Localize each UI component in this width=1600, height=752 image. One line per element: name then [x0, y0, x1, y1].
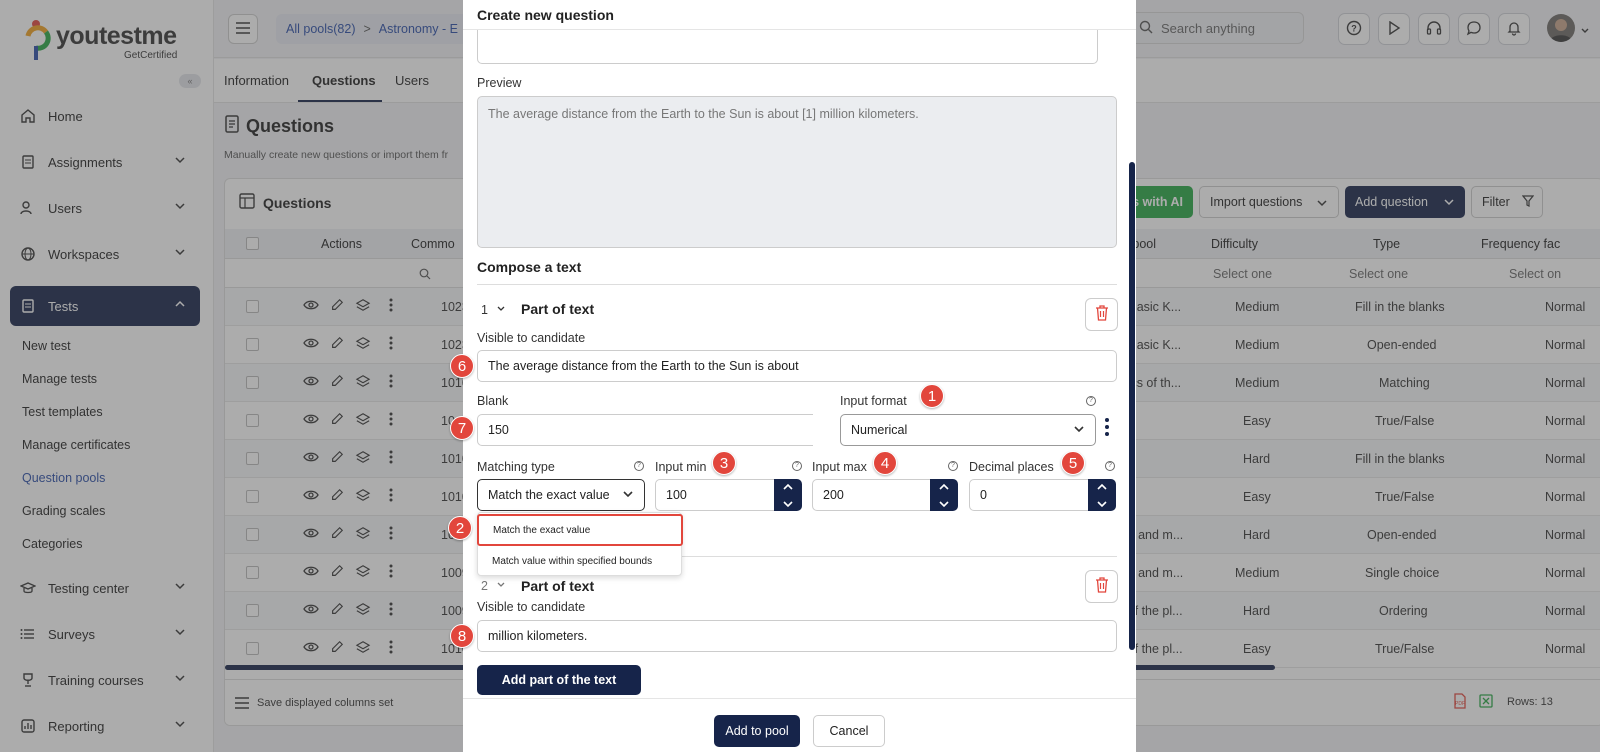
chevron-down-icon: [622, 488, 634, 503]
preview-label: Preview: [477, 76, 522, 90]
input-min-field[interactable]: 100: [655, 479, 775, 511]
step-badge-6: 6: [450, 354, 474, 378]
modal-scrollbar[interactable]: [1129, 162, 1135, 650]
chevron-up-icon[interactable]: [938, 479, 950, 494]
trash-icon: [1095, 577, 1109, 596]
matching-type-dropdown: Match the exact value Match value within…: [477, 512, 683, 577]
create-question-modal: Create new question Preview The average …: [463, 0, 1136, 752]
input-min-label: Input min: [655, 460, 707, 474]
input-format-label: Input format: [840, 394, 907, 408]
delete-part-button[interactable]: [1085, 298, 1118, 331]
matching-type-select[interactable]: Match the exact value: [477, 479, 645, 511]
chevron-down-icon: [496, 303, 506, 317]
compose-section-title: Compose a text: [477, 259, 582, 275]
input-format-value: Numerical: [851, 423, 908, 437]
dropdown-option-bounds[interactable]: Match value within specified bounds: [478, 545, 683, 577]
add-to-pool-button[interactable]: Add to pool: [714, 715, 800, 747]
part-number-toggle[interactable]: 2: [481, 579, 506, 593]
chevron-down-icon[interactable]: [782, 496, 794, 511]
input-format-select[interactable]: Numerical: [840, 414, 1096, 446]
visible-text-input[interactable]: The average distance from the Earth to t…: [477, 350, 1117, 382]
visible-text-value: million kilometers.: [488, 629, 588, 643]
blank-value: 150: [488, 423, 509, 437]
part-title: Part of text: [521, 301, 595, 317]
visible-text-value: The average distance from the Earth to t…: [488, 359, 799, 373]
help-icon[interactable]: ?: [792, 461, 802, 471]
input-min-value: 100: [666, 488, 687, 502]
part-title: Part of text: [521, 578, 595, 594]
add-part-button[interactable]: Add part of the text: [477, 665, 641, 695]
visible-to-candidate-label: Visible to candidate: [477, 331, 586, 345]
step-badge-1: 1: [920, 384, 944, 408]
decimal-places-label: Decimal places: [969, 460, 1054, 474]
step-badge-3: 3: [712, 451, 736, 475]
blank-label: Blank: [477, 394, 509, 408]
part-number-toggle[interactable]: 1: [481, 303, 506, 317]
chevron-up-icon[interactable]: [1096, 479, 1108, 494]
modal-footer: Add to pool Cancel: [463, 698, 1136, 752]
step-badge-5: 5: [1061, 451, 1085, 475]
preview-box: The average distance from the Earth to t…: [477, 96, 1117, 248]
step-badge-4: 4: [873, 451, 897, 475]
trash-icon: [1095, 305, 1109, 324]
part-number: 1: [481, 303, 488, 317]
chevron-down-icon: [1073, 423, 1085, 438]
input-max-field[interactable]: 200: [812, 479, 932, 511]
question-text-field[interactable]: [477, 30, 1098, 64]
step-badge-7: 7: [450, 416, 474, 440]
help-icon[interactable]: ?: [1086, 396, 1096, 406]
decimal-places-value: 0: [980, 488, 987, 502]
help-icon[interactable]: ?: [948, 461, 958, 471]
dropdown-option-exact[interactable]: Match the exact value: [477, 514, 683, 546]
modal-title: Create new question: [463, 0, 1136, 30]
delete-part-button[interactable]: [1085, 570, 1118, 603]
chevron-down-icon: [496, 579, 506, 593]
visible-text-input[interactable]: million kilometers.: [477, 620, 1117, 652]
input-max-stepper[interactable]: [930, 479, 958, 511]
blank-input[interactable]: 150: [477, 414, 813, 446]
cancel-button[interactable]: Cancel: [813, 715, 885, 747]
decimal-places-field[interactable]: 0: [969, 479, 1090, 511]
matching-type-label: Matching type: [477, 460, 555, 474]
input-max-value: 200: [823, 488, 844, 502]
part-number: 2: [481, 579, 488, 593]
help-icon[interactable]: ?: [634, 461, 644, 471]
visible-to-candidate-label: Visible to candidate: [477, 600, 586, 614]
step-badge-2: 2: [448, 516, 472, 540]
decimal-places-stepper[interactable]: [1088, 479, 1116, 511]
input-max-label: Input max: [812, 460, 867, 474]
help-icon[interactable]: ?: [1105, 461, 1115, 471]
matching-type-value: Match the exact value: [488, 488, 610, 502]
chevron-down-icon[interactable]: [938, 496, 950, 511]
divider: [477, 284, 1117, 285]
chevron-up-icon[interactable]: [782, 479, 794, 494]
step-badge-8: 8: [450, 624, 474, 648]
more-options-icon[interactable]: [1105, 418, 1109, 436]
preview-text: The average distance from the Earth to t…: [488, 107, 919, 121]
input-min-stepper[interactable]: [774, 479, 802, 511]
chevron-down-icon[interactable]: [1096, 496, 1108, 511]
